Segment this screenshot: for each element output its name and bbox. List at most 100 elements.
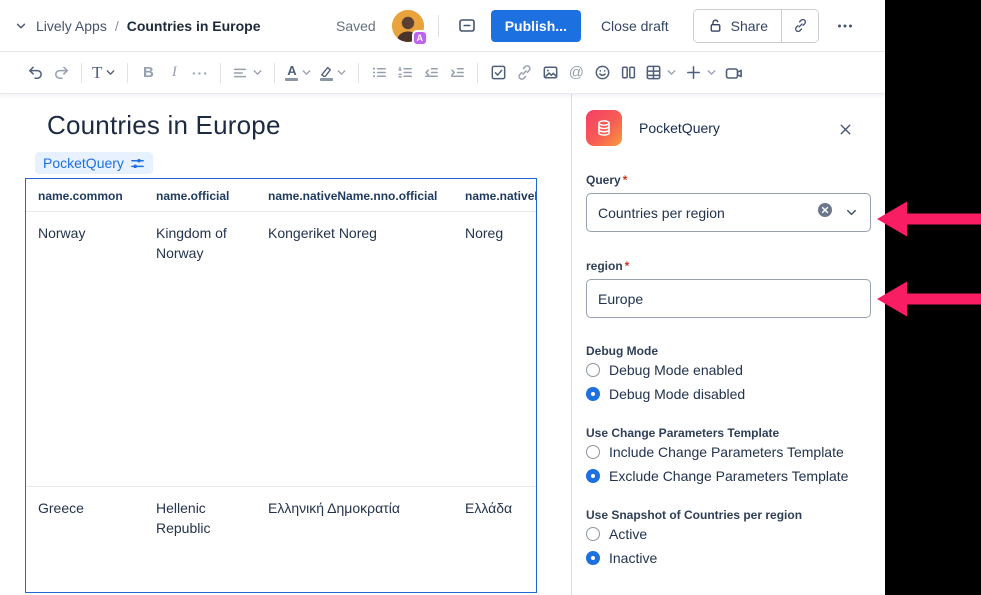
required-asterisk: * <box>623 173 628 187</box>
editor-window: Lively Apps / Countries in Europe Saved … <box>0 0 885 595</box>
more-horizontal-icon <box>835 16 855 36</box>
radio-option-include-template[interactable]: Include Change Parameters Template <box>586 440 871 464</box>
sliders-settings-icon <box>130 156 145 171</box>
column-header: name.nativeNam <box>453 179 536 211</box>
text-style-glyph: T <box>92 63 102 83</box>
insert-more-button[interactable] <box>681 59 721 87</box>
chevron-down-icon[interactable] <box>14 19 28 33</box>
page-title[interactable]: Countries in Europe <box>47 110 571 141</box>
insert-table-button[interactable] <box>641 59 681 87</box>
radio-option-debug-enabled[interactable]: Debug Mode enabled <box>586 358 871 382</box>
pocketquery-macro-chip[interactable]: PocketQuery <box>35 152 153 174</box>
share-button[interactable]: Share <box>694 10 781 42</box>
macro-chip-label: PocketQuery <box>43 155 124 171</box>
bullet-list-icon <box>370 63 389 82</box>
table-cell: Ελληνική Δημοκρατία <box>256 487 453 590</box>
columns-layout-icon <box>619 63 638 82</box>
query-field-label: Query* <box>586 173 871 187</box>
save-status: Saved <box>336 18 376 34</box>
radio-option-debug-disabled[interactable]: Debug Mode disabled <box>586 382 871 406</box>
required-asterisk: * <box>625 259 630 273</box>
outdent-button[interactable] <box>418 59 444 87</box>
radio-checked[interactable] <box>586 469 600 483</box>
toolbar-divider <box>220 63 221 83</box>
editor-toolbar: T B I ··· A <box>0 52 885 94</box>
radio-unchecked[interactable] <box>586 527 600 541</box>
top-bar: Lively Apps / Countries in Europe Saved … <box>0 0 885 52</box>
column-header: name.common <box>26 179 144 211</box>
mention-icon: @ <box>569 64 584 81</box>
table-cell: Greece <box>26 487 144 590</box>
panel-title: PocketQuery <box>639 120 720 136</box>
task-list-button[interactable] <box>485 59 511 87</box>
comment-button[interactable] <box>451 10 483 42</box>
close-icon <box>837 121 855 138</box>
table-cell: Kongeriket Noreg <box>256 212 453 486</box>
annotation-arrow-query <box>877 199 981 239</box>
emoji-button[interactable] <box>589 59 615 87</box>
more-menu-button[interactable] <box>829 10 861 42</box>
mention-button[interactable]: @ <box>563 59 589 87</box>
indent-icon <box>448 63 467 82</box>
text-style-button[interactable]: T <box>89 59 120 87</box>
radio-option-exclude-template[interactable]: Exclude Change Parameters Template <box>586 464 871 488</box>
insert-image-button[interactable] <box>537 59 563 87</box>
publish-button[interactable]: Publish... <box>491 10 581 42</box>
table-row: Greece Hellenic Republic Ελληνική Δημοκρ… <box>26 487 536 590</box>
emoji-icon <box>593 63 612 82</box>
table-icon <box>644 63 663 82</box>
numbered-list-icon <box>396 63 415 82</box>
highlight-button[interactable] <box>316 59 351 87</box>
radio-checked[interactable] <box>586 387 600 401</box>
bullet-list-button[interactable] <box>366 59 392 87</box>
more-formatting-glyph: ··· <box>192 65 209 81</box>
breadcrumb-separator: / <box>115 18 119 34</box>
more-formatting-button[interactable]: ··· <box>187 59 213 87</box>
insert-link-button[interactable] <box>511 59 537 87</box>
breadcrumb-page-title[interactable]: Countries in Europe <box>127 18 261 34</box>
alignment-button[interactable] <box>228 59 267 87</box>
avatar[interactable]: A <box>392 10 424 42</box>
comment-icon <box>457 16 477 36</box>
macro-config-panel: PocketQuery Query* Countries per region … <box>571 94 885 595</box>
region-input[interactable] <box>586 279 871 318</box>
query-select-value: Countries per region <box>598 205 817 221</box>
radio-option-snapshot-inactive[interactable]: Inactive <box>586 546 871 570</box>
debug-mode-group-label: Debug Mode <box>586 344 871 358</box>
align-text-icon <box>231 64 249 82</box>
redo-button[interactable] <box>48 59 74 87</box>
indent-button[interactable] <box>444 59 470 87</box>
clear-selection-icon[interactable] <box>817 202 833 223</box>
avatar-badge: A <box>412 30 428 46</box>
document-canvas[interactable]: Countries in Europe PocketQuery name.com… <box>0 94 571 595</box>
toolbar-divider <box>274 63 275 83</box>
text-color-button[interactable]: A <box>282 59 316 87</box>
radio-unchecked[interactable] <box>586 445 600 459</box>
query-select[interactable]: Countries per region <box>586 193 871 232</box>
toolbar-divider <box>477 63 478 83</box>
radio-option-snapshot-active[interactable]: Active <box>586 522 871 546</box>
toolbar-divider <box>127 63 128 83</box>
numbered-list-button[interactable] <box>392 59 418 87</box>
radio-unchecked[interactable] <box>586 363 600 377</box>
radio-checked[interactable] <box>586 551 600 565</box>
toolbar-divider <box>358 63 359 83</box>
close-draft-button[interactable]: Close draft <box>589 10 681 42</box>
video-camera-icon <box>724 63 744 83</box>
italic-glyph: I <box>172 64 177 81</box>
layouts-button[interactable] <box>615 59 641 87</box>
bold-button[interactable]: B <box>135 59 161 87</box>
plus-icon <box>684 63 703 82</box>
lock-icon <box>707 17 724 34</box>
video-button[interactable] <box>721 59 747 87</box>
italic-button[interactable]: I <box>161 59 187 87</box>
close-panel-button[interactable] <box>837 120 855 138</box>
breadcrumb: Lively Apps / Countries in Europe <box>14 18 261 34</box>
task-checkbox-icon <box>489 63 508 82</box>
column-header: name.nativeName.nno.official <box>256 179 453 211</box>
undo-button[interactable] <box>22 59 48 87</box>
query-result-table[interactable]: name.common name.official name.nativeNam… <box>25 178 537 593</box>
breadcrumb-space[interactable]: Lively Apps <box>36 18 107 34</box>
snapshot-group-label: Use Snapshot of Countries per region <box>586 508 871 522</box>
copy-link-button[interactable] <box>781 10 818 42</box>
